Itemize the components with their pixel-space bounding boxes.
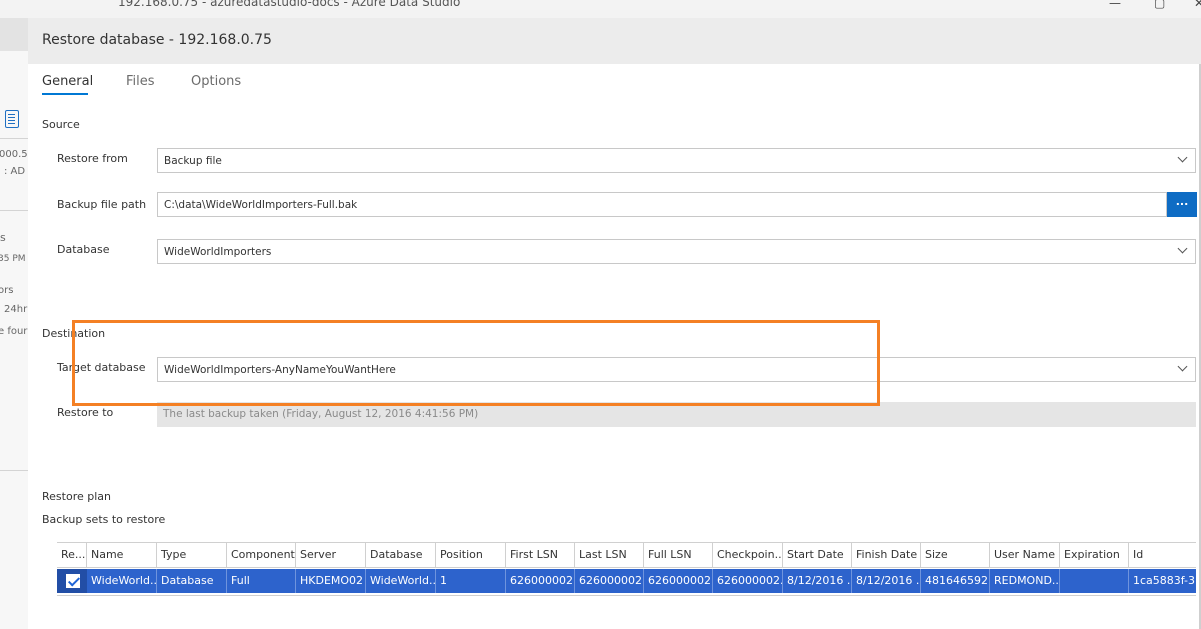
cell-component: Full <box>227 569 296 593</box>
cell-id: 1ca5883f-3... <box>1133 574 1196 587</box>
active-tab-indicator <box>42 93 88 95</box>
column-header[interactable]: Component <box>227 543 296 568</box>
restore-to-value: The last backup taken (Friday, August 12… <box>163 408 479 420</box>
divider <box>0 470 28 471</box>
row-checkbox-cell[interactable] <box>57 569 87 593</box>
notebook-icon <box>5 110 19 128</box>
dialog-title: Restore database - 192.168.0.75 <box>42 32 272 48</box>
column-header[interactable]: Full LSN <box>644 543 713 568</box>
browse-button[interactable]: ... <box>1167 192 1197 217</box>
checkbox-checked-icon[interactable] <box>66 574 80 588</box>
column-header[interactable]: User Name <box>990 543 1060 568</box>
column-header[interactable]: Type <box>157 543 227 568</box>
column-header[interactable]: First LSN <box>506 543 575 568</box>
column-header[interactable]: Expiration <box>1060 543 1129 568</box>
bg-text-1: 000.5 <box>0 149 28 160</box>
minimize-icon[interactable]: — <box>1109 0 1121 10</box>
column-header[interactable]: Start Date <box>783 543 852 568</box>
backup-sets-label: Backup sets to restore <box>42 513 166 526</box>
restore-to-label: Restore to <box>57 406 114 419</box>
table-row[interactable]: WideWorld... Database Full HKDEMO02 Wide… <box>57 569 1196 593</box>
grid-divider <box>57 595 1196 596</box>
background-panel-block <box>0 18 28 51</box>
cell-first-lsn: 626000002... <box>506 569 575 593</box>
restore-from-dropdown[interactable]: Backup file <box>157 148 1196 173</box>
cell-name: WideWorld... <box>87 569 157 593</box>
cell-expiration <box>1060 569 1129 593</box>
cell-finish-date: 8/12/2016 ... <box>852 569 921 593</box>
target-database-value: WideWorldImporters-AnyNameYouWantHere <box>164 364 396 376</box>
bg-text-6: 24hr <box>4 304 28 315</box>
cell-server: HKDEMO02 <box>296 569 366 593</box>
bg-text-2: : AD <box>4 166 26 177</box>
tab-general[interactable]: General <box>42 74 93 89</box>
restore-plan-label: Restore plan <box>42 490 111 503</box>
bg-text-4: 35 PM <box>0 254 26 264</box>
cell-start-date: 8/12/2016 ... <box>783 569 852 593</box>
background-window-title: 192.168.0.75 - azuredatastudio-docs - Az… <box>118 0 461 9</box>
backup-file-path-value: C:\data\WideWorldImporters-Full.bak <box>164 199 358 211</box>
cell-last-lsn: 626000002... <box>575 569 644 593</box>
column-header[interactable]: Id <box>1129 543 1196 568</box>
database-dropdown[interactable]: WideWorldImporters <box>157 239 1196 264</box>
bg-text-7: e four <box>0 326 28 337</box>
tab-files[interactable]: Files <box>126 74 155 89</box>
cell-user-name: REDMOND... <box>990 569 1060 593</box>
column-header[interactable]: Last LSN <box>575 543 644 568</box>
destination-section-label: Destination <box>42 327 106 340</box>
cell-full-lsn: 626000002... <box>644 569 713 593</box>
cell-database: WideWorld... <box>366 569 436 593</box>
close-icon[interactable]: ✕ <box>1194 0 1201 10</box>
cell-position: 1 <box>436 569 506 593</box>
bg-text-3: s <box>0 231 6 244</box>
restore-to-field: The last backup taken (Friday, August 12… <box>157 402 1196 427</box>
cell-type: Database <box>157 569 227 593</box>
database-value: WideWorldImporters <box>164 246 272 258</box>
backup-file-path-input[interactable]: C:\data\WideWorldImporters-Full.bak <box>157 192 1167 217</box>
restore-from-label: Restore from <box>57 152 128 165</box>
cell-size: 481646592 <box>921 569 990 593</box>
restore-from-value: Backup file <box>164 155 222 167</box>
column-header[interactable]: Re... <box>57 543 87 568</box>
backup-sets-grid: Re... Name Type Component Server Databas… <box>57 542 1196 598</box>
divider <box>0 210 28 211</box>
background-left-pane: 000.5 : AD s 35 PM ors 24hr e four <box>0 18 28 629</box>
target-database-label: Target database <box>57 361 146 374</box>
chevron-down-icon <box>1177 361 1188 372</box>
target-database-dropdown[interactable]: WideWorldImporters-AnyNameYouWantHere <box>157 357 1196 382</box>
column-header[interactable]: Server <box>296 543 366 568</box>
column-header[interactable]: Database <box>366 543 436 568</box>
column-header[interactable]: Position <box>436 543 506 568</box>
maximize-icon[interactable]: ▢ <box>1154 0 1165 10</box>
background-titlebar: 192.168.0.75 - azuredatastudio-docs - Az… <box>0 0 1201 18</box>
cell-checkpoint-lsn: 626000002... <box>713 569 783 593</box>
tab-options[interactable]: Options <box>191 74 241 89</box>
database-label: Database <box>57 243 110 256</box>
column-header[interactable]: Size <box>921 543 990 568</box>
chevron-down-icon <box>1177 243 1188 254</box>
chevron-down-icon <box>1177 152 1188 163</box>
dialog-header: Restore database - 192.168.0.75 <box>28 18 1201 64</box>
bg-text-5: ors <box>0 285 14 296</box>
grid-header: Re... Name Type Component Server Databas… <box>57 542 1196 568</box>
backup-file-path-label: Backup file path <box>57 198 147 211</box>
restore-database-dialog: Restore database - 192.168.0.75 General … <box>28 18 1201 629</box>
column-header[interactable]: Checkpoin... <box>713 543 783 568</box>
source-section-label: Source <box>42 118 80 131</box>
column-header[interactable]: Name <box>87 543 157 568</box>
divider <box>0 138 28 139</box>
column-header[interactable]: Finish Date <box>852 543 921 568</box>
